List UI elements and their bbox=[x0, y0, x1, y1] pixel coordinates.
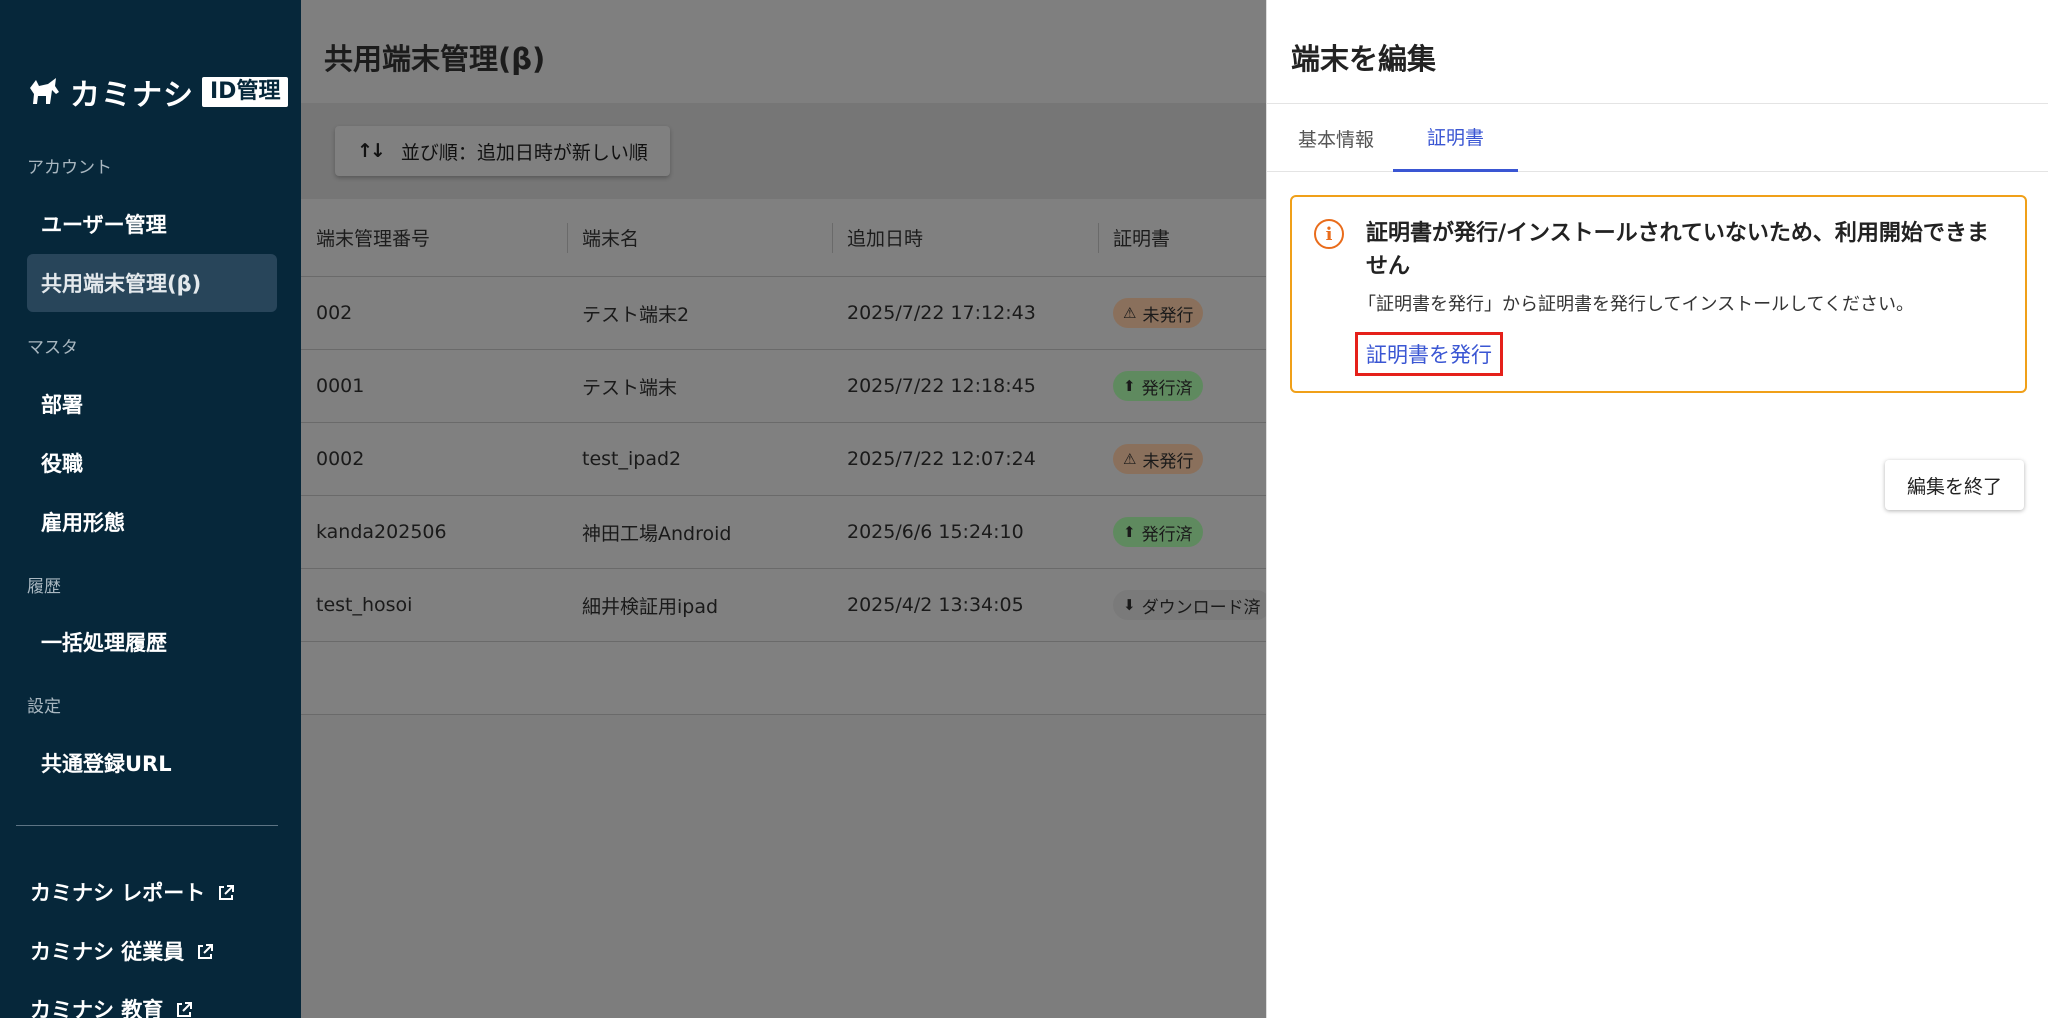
issue-certificate-link[interactable]: 証明書を発行 bbox=[1355, 332, 1503, 376]
cell-device-id: kanda202506 bbox=[316, 521, 447, 543]
section-account: アカウント bbox=[27, 158, 112, 178]
tab-basic-info[interactable]: 基本情報 bbox=[1291, 104, 1381, 172]
badge-label: ダウンロード済 bbox=[1141, 597, 1261, 618]
section-settings: 設定 bbox=[27, 697, 61, 717]
cell-device-id: 0001 bbox=[316, 375, 365, 397]
cell-certificate: ⬆ 発行済 bbox=[1098, 496, 1266, 568]
sort-label: 並び順：追加日時が新しい順 bbox=[400, 141, 648, 164]
badge-label: 発行済 bbox=[1141, 524, 1193, 545]
cell-added-date: 2025/7/22 12:07:24 bbox=[847, 448, 1036, 470]
alert-title: 証明書が発行/インストールされていないため、利用開始できません bbox=[1366, 221, 1989, 279]
cell-added-date: 2025/4/2 13:34:05 bbox=[847, 594, 1024, 616]
cell-added-date: 2025/6/6 15:24:10 bbox=[847, 521, 1024, 543]
goat-logo-icon bbox=[26, 74, 62, 110]
external-link-education[interactable]: カミナシ 教育 bbox=[30, 994, 193, 1018]
sidebar-item-common-url[interactable]: 共通登録URL bbox=[27, 734, 277, 792]
external-link-label: カミナシ 教育 bbox=[30, 998, 164, 1018]
certificate-warning-alert: i 証明書が発行/インストールされていないため、利用開始できません 「証明書を発… bbox=[1290, 195, 2027, 393]
cell-device-name: 神田工場Android bbox=[582, 522, 732, 545]
drawer-tabs: 基本情報 証明書 bbox=[1267, 104, 2048, 172]
badge-label: 未発行 bbox=[1142, 451, 1194, 472]
table-row[interactable]: test_hosoi 細井検証用ipad 2025/4/2 13:34:05 ⬇… bbox=[301, 569, 1266, 642]
cell-added-date: 2025/7/22 12:18:45 bbox=[847, 375, 1036, 397]
sidebar-item-departments[interactable]: 部署 bbox=[27, 375, 277, 433]
external-link-report[interactable]: カミナシ レポート bbox=[30, 877, 235, 907]
download-icon: ⬇ bbox=[1123, 596, 1136, 614]
cell-device-id: test_hosoi bbox=[316, 594, 413, 616]
upload-icon: ⬆ bbox=[1123, 523, 1136, 541]
sort-icon: ↑↓ bbox=[357, 140, 386, 162]
external-link-icon bbox=[196, 942, 214, 960]
status-badge: ⚠ 未発行 bbox=[1113, 298, 1204, 328]
column-header-certificate[interactable]: 証明書 bbox=[1098, 199, 1266, 276]
cell-added-date: 2025/7/22 17:12:43 bbox=[847, 302, 1036, 324]
sidebar-divider bbox=[16, 825, 278, 826]
cell-certificate: ⬇ ダウンロード済 bbox=[1098, 569, 1266, 641]
section-master: マスタ bbox=[27, 338, 78, 358]
cell-certificate: ⬆ 発行済 bbox=[1098, 350, 1266, 422]
finish-editing-button[interactable]: 編集を終了 bbox=[1885, 460, 2025, 510]
status-badge: ⚠ 未発行 bbox=[1113, 444, 1204, 474]
table-row[interactable]: 002 テスト端末2 2025/7/22 17:12:43 ⚠ 未発行 bbox=[301, 277, 1266, 350]
badge-label: 発行済 bbox=[1141, 378, 1193, 399]
cell-device-name: test_ipad2 bbox=[582, 448, 682, 470]
cell-certificate: ⚠ 未発行 bbox=[1098, 423, 1266, 495]
sidebar-item-employment[interactable]: 雇用形態 bbox=[27, 493, 277, 551]
status-badge: ⬆ 発行済 bbox=[1113, 517, 1203, 547]
info-icon: i bbox=[1314, 219, 1344, 249]
cell-device-name: 細井検証用ipad bbox=[582, 595, 719, 618]
devices-table: 端末管理番号 端末名 追加日時 証明書 002 テスト端末2 2025/7/22… bbox=[301, 199, 1266, 715]
cell-device-id: 002 bbox=[316, 302, 353, 324]
section-history: 履歴 bbox=[27, 577, 61, 597]
external-link-employee[interactable]: カミナシ 従業員 bbox=[30, 936, 214, 966]
external-link-icon bbox=[175, 1000, 193, 1018]
column-header-device-name[interactable]: 端末名 bbox=[567, 199, 832, 276]
toolbar: ↑↓ 並び順：追加日時が新しい順 bbox=[301, 103, 1266, 199]
table-row[interactable]: kanda202506 神田工場Android 2025/6/6 15:24:1… bbox=[301, 496, 1266, 569]
warning-icon: ⚠ bbox=[1123, 304, 1137, 322]
status-badge: ⬇ ダウンロード済 bbox=[1113, 590, 1266, 620]
logo-badge: ID管理 bbox=[202, 77, 289, 107]
cell-certificate: ⚠ 未発行 bbox=[1098, 277, 1266, 349]
sidebar-item-batch-history[interactable]: 一括処理履歴 bbox=[27, 613, 277, 671]
app-logo[interactable]: カミナシ ID管理 bbox=[26, 72, 289, 113]
external-link-icon bbox=[217, 883, 235, 901]
external-link-label: カミナシ 従業員 bbox=[30, 940, 185, 964]
sidebar-item-shared-devices[interactable]: 共用端末管理(β) bbox=[27, 254, 277, 312]
drawer-title: 端末を編集 bbox=[1291, 42, 1437, 76]
sidebar-item-positions[interactable]: 役職 bbox=[27, 434, 277, 492]
table-empty-row bbox=[301, 642, 1266, 715]
sort-button[interactable]: ↑↓ 並び順：追加日時が新しい順 bbox=[335, 126, 670, 176]
table-row[interactable]: 0002 test_ipad2 2025/7/22 12:07:24 ⚠ 未発行 bbox=[301, 423, 1266, 496]
warning-icon: ⚠ bbox=[1123, 450, 1137, 468]
edit-device-drawer: 端末を編集 基本情報 証明書 i 証明書が発行/インストールされていないため、利… bbox=[1266, 0, 2048, 1018]
cell-device-name: テスト端末 bbox=[582, 376, 678, 399]
column-header-added-date[interactable]: 追加日時 bbox=[832, 199, 1098, 276]
external-link-label: カミナシ レポート bbox=[30, 881, 206, 905]
table-header: 端末管理番号 端末名 追加日時 証明書 bbox=[301, 199, 1266, 277]
alert-body: 「証明書を発行」から証明書を発行してインストールしてください。 bbox=[1358, 294, 1915, 315]
tab-certificate[interactable]: 証明書 bbox=[1393, 104, 1518, 172]
column-header-device-id[interactable]: 端末管理番号 bbox=[301, 199, 567, 276]
logo-text: カミナシ bbox=[70, 78, 194, 113]
sidebar-item-users[interactable]: ユーザー管理 bbox=[27, 195, 277, 253]
cell-device-id: 0002 bbox=[316, 448, 365, 470]
table-row[interactable]: 0001 テスト端末 2025/7/22 12:18:45 ⬆ 発行済 bbox=[301, 350, 1266, 423]
main-header: 共用端末管理(β) bbox=[301, 0, 1266, 103]
badge-label: 未発行 bbox=[1142, 305, 1194, 326]
sidebar: カミナシ ID管理 アカウント ユーザー管理 共用端末管理(β) マスタ 部署 … bbox=[0, 0, 301, 1018]
page-title: 共用端末管理(β) bbox=[324, 42, 546, 76]
upload-icon: ⬆ bbox=[1123, 377, 1136, 395]
status-badge: ⬆ 発行済 bbox=[1113, 371, 1203, 401]
cell-device-name: テスト端末2 bbox=[582, 303, 690, 326]
main-content: 共用端末管理(β) ↑↓ 並び順：追加日時が新しい順 端末管理番号 端末名 追加… bbox=[301, 0, 1266, 1018]
